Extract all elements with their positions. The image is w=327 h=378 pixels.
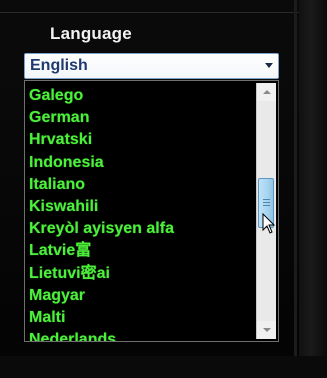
language-select-value: English (30, 57, 88, 74)
option-kreyol[interactable]: Kreyòl ayisyen alfa (29, 218, 255, 240)
option-lietuviu[interactable]: Lietuvi密ai (29, 263, 255, 285)
top-edge (0, 0, 327, 18)
scroll-down-button[interactable] (257, 321, 276, 339)
monitor-bezel-bottom (0, 356, 327, 378)
option-indonesia[interactable]: Indonesia (29, 152, 255, 174)
option-malti[interactable]: Malti (29, 307, 255, 329)
option-kiswahili[interactable]: Kiswahili (29, 196, 255, 218)
scroll-up-button[interactable] (257, 83, 276, 101)
monitor-bezel-right (299, 0, 327, 378)
mouse-pointer-icon (262, 213, 276, 234)
divider (0, 12, 300, 13)
option-latviesu[interactable]: Latvie富 (29, 240, 255, 262)
screen: Language English Galego German Hrvatski … (0, 0, 327, 378)
option-magyar[interactable]: Magyar (29, 285, 255, 307)
language-dropdown-list[interactable]: Galego German Hrvatski Indonesia Italian… (24, 80, 279, 342)
grip-line (263, 201, 270, 203)
option-german[interactable]: German (29, 107, 255, 129)
grip-line (263, 204, 270, 206)
grip-line (263, 198, 270, 200)
option-galego[interactable]: Galego (29, 85, 255, 107)
vertical-scrollbar[interactable] (256, 83, 276, 339)
chevron-down-icon[interactable] (265, 63, 273, 68)
language-label: Language (50, 24, 132, 43)
option-list: Galego German Hrvatski Indonesia Italian… (29, 85, 255, 341)
arrow-down-icon (263, 328, 271, 332)
option-hrvatski[interactable]: Hrvatski (29, 129, 255, 151)
language-select[interactable]: English (24, 53, 279, 79)
option-italiano[interactable]: Italiano (29, 174, 255, 196)
window-edge (294, 0, 297, 378)
arrow-up-icon (263, 90, 271, 94)
option-nederlands[interactable]: Nederlands (29, 329, 255, 341)
